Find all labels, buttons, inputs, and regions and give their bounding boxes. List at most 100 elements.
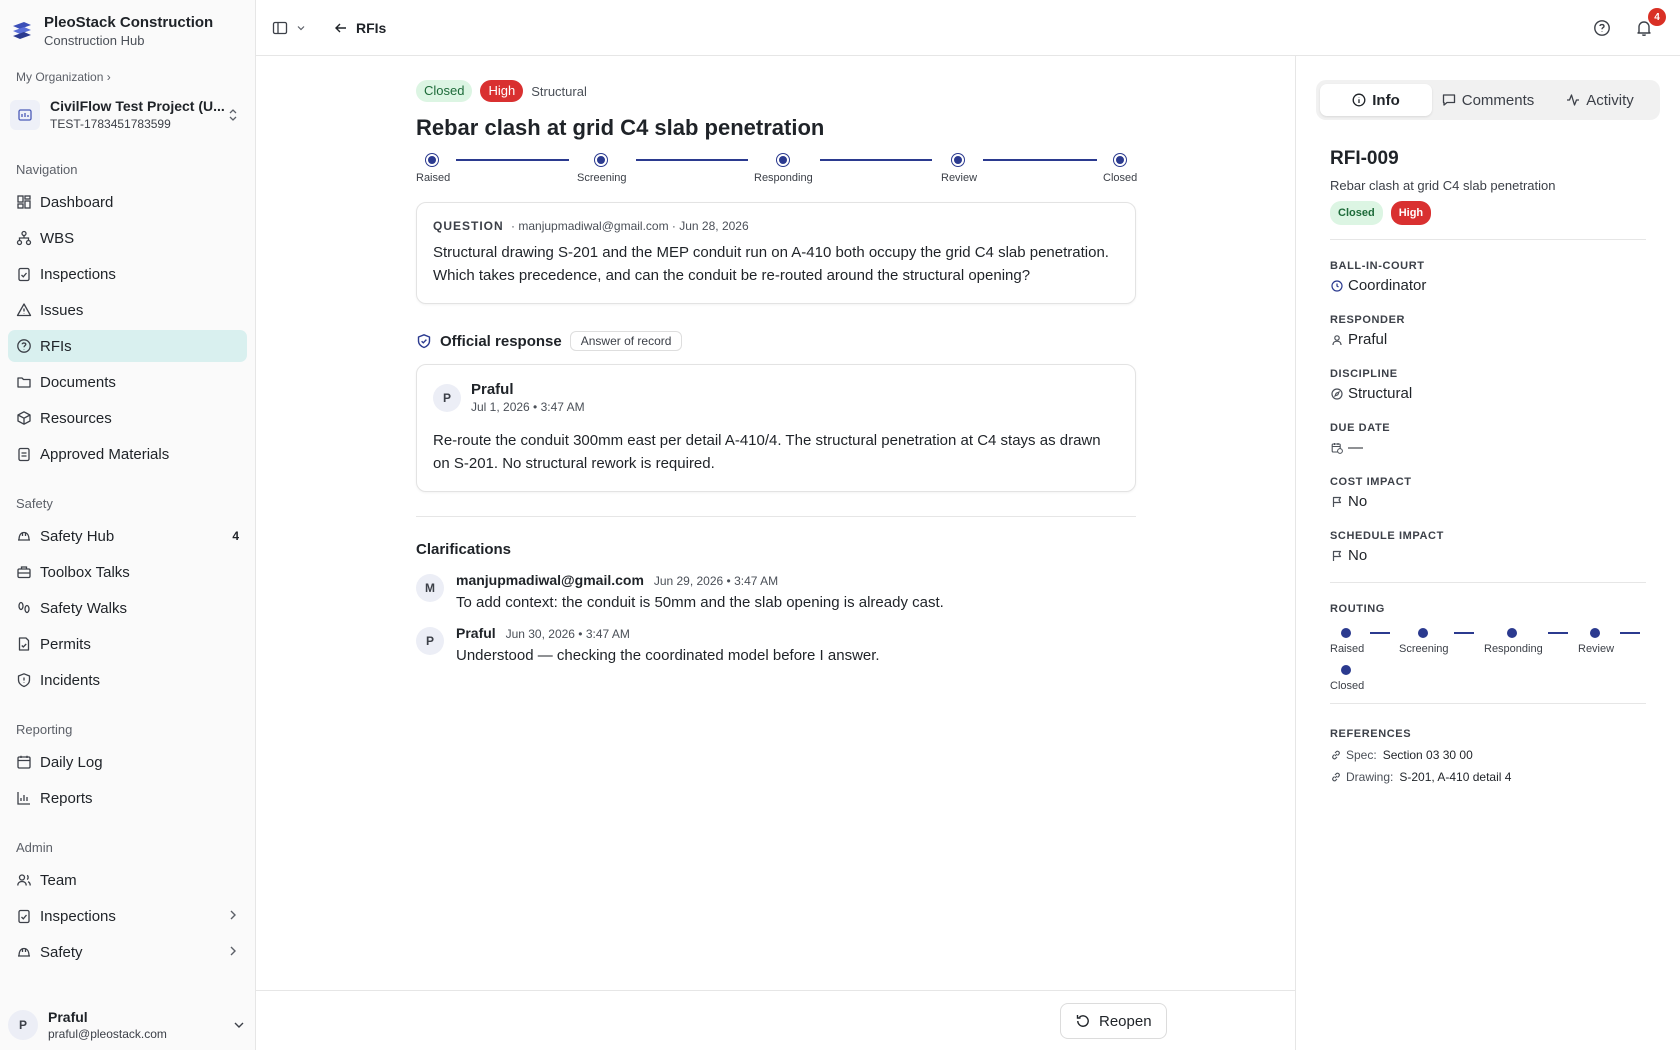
sidebar-item-safety-hub[interactable]: Safety Hub 4 bbox=[8, 520, 247, 552]
routing-label: ROUTING bbox=[1330, 603, 1385, 615]
sidebar-item-issues[interactable]: Issues bbox=[8, 294, 247, 326]
tab-info[interactable]: Info bbox=[1320, 84, 1432, 116]
sidebar-item-label: Reports bbox=[40, 789, 93, 807]
shield-alert-icon bbox=[16, 672, 32, 688]
briefcase-icon bbox=[16, 564, 32, 580]
org-breadcrumb[interactable]: My Organization › bbox=[0, 62, 255, 88]
back-link-label: RFIs bbox=[356, 19, 387, 36]
stepper-label-responding: Responding bbox=[754, 172, 813, 184]
folder-icon bbox=[16, 374, 32, 390]
sidebar-item-permits[interactable]: Permits bbox=[8, 628, 247, 660]
response-author: P Praful Jul 1, 2026 • 3:47 AM bbox=[433, 381, 1119, 415]
answer-of-record-pill: Answer of record bbox=[569, 331, 683, 351]
tab-comments[interactable]: Comments bbox=[1432, 84, 1544, 116]
project-code: TEST-1783451783599 bbox=[50, 117, 171, 131]
field-value-text: Structural bbox=[1348, 385, 1413, 402]
question-text: Structural drawing S-201 and the MEP con… bbox=[433, 244, 1109, 284]
chevron-right-icon bbox=[227, 944, 239, 960]
sidebar-item-incidents[interactable]: Incidents bbox=[8, 664, 247, 696]
clipboard-check-icon bbox=[16, 266, 32, 282]
sidebar-item-approved-materials[interactable]: Approved Materials bbox=[8, 438, 247, 470]
stepper-dot-screening bbox=[595, 154, 607, 166]
discipline-label: Structural bbox=[531, 83, 587, 99]
clarifications-list: M manjupmadiwal@gmail.com Jun 29, 2026 •… bbox=[416, 572, 1136, 664]
help-circle-icon bbox=[1594, 20, 1610, 36]
sidebar-item-reports[interactable]: Reports bbox=[8, 782, 247, 814]
topbar: RFIs 4 bbox=[256, 0, 1680, 56]
field-value-text: — bbox=[1348, 439, 1363, 456]
routing-dot-review bbox=[1590, 628, 1600, 638]
sidebar-panel-icon bbox=[272, 21, 288, 34]
message-square-icon bbox=[1442, 94, 1455, 106]
avatar: M bbox=[416, 574, 444, 602]
sidebar-item-label: Issues bbox=[40, 301, 84, 319]
clarification-author: Praful bbox=[456, 625, 496, 641]
nav-section-reporting: Reporting bbox=[16, 722, 73, 737]
notification-count-badge: 4 bbox=[1648, 8, 1666, 26]
routing-connector bbox=[1620, 632, 1640, 634]
sidebar-item-team[interactable]: Team bbox=[8, 864, 247, 896]
app-root: PleoStack Construction Construction Hub … bbox=[0, 0, 1680, 1050]
official-response-title: Official response bbox=[440, 332, 562, 350]
tab-activity[interactable]: Activity bbox=[1544, 84, 1656, 116]
references-label: REFERENCES bbox=[1330, 728, 1412, 740]
project-switcher[interactable]: CivilFlow Test Project (U... TEST-178345… bbox=[8, 90, 247, 140]
sidebar-item-safety-walks[interactable]: Safety Walks bbox=[8, 592, 247, 624]
field-label-discipline: DISCIPLINE bbox=[1330, 368, 1398, 380]
sidebar-item-inspections[interactable]: Inspections bbox=[8, 258, 247, 290]
divider bbox=[416, 516, 1136, 517]
sidebar-item-resources[interactable]: Resources bbox=[8, 402, 247, 434]
brand-subtitle: Construction Hub bbox=[44, 33, 145, 48]
sidebar-item-documents[interactable]: Documents bbox=[8, 366, 247, 398]
sidebar-item-admin-inspections[interactable]: Inspections bbox=[8, 900, 247, 932]
reopen-button[interactable]: Reopen bbox=[1060, 1003, 1167, 1039]
stepper-label-raised: Raised bbox=[416, 172, 451, 184]
sidebar-item-admin-safety[interactable]: Safety bbox=[8, 936, 247, 968]
info-icon bbox=[1352, 93, 1366, 107]
avatar: P bbox=[416, 627, 444, 655]
field-label-responder: RESPONDER bbox=[1330, 314, 1406, 326]
sidebar-toggle-button[interactable] bbox=[272, 20, 306, 36]
notifications-button[interactable]: 4 bbox=[1632, 8, 1666, 40]
status-badge: Closed bbox=[1330, 201, 1383, 225]
users-icon bbox=[16, 872, 32, 888]
field-value-responder: Praful bbox=[1330, 331, 1646, 348]
link-icon bbox=[1332, 750, 1340, 760]
sidebar-item-toolbox-talks[interactable]: Toolbox Talks bbox=[8, 556, 247, 588]
references-list: Spec: Section 03 30 00 Drawing: S-201, A… bbox=[1330, 748, 1646, 784]
help-button[interactable] bbox=[1590, 16, 1614, 40]
sidebar-item-daily-log[interactable]: Daily Log bbox=[8, 746, 247, 778]
brand[interactable]: PleoStack Construction Construction Hub bbox=[0, 0, 255, 62]
user-menu[interactable]: P Praful praful@pleostack.com bbox=[0, 1000, 255, 1050]
clock-icon bbox=[1330, 279, 1344, 293]
status-stepper: Raised Screening Responding Review Close… bbox=[416, 152, 1137, 192]
reference-item[interactable]: Spec: Section 03 30 00 bbox=[1330, 748, 1646, 762]
page-title: Rebar clash at grid C4 slab penetration bbox=[416, 115, 825, 140]
stepper-connector bbox=[456, 159, 569, 161]
bar-chart-icon bbox=[16, 790, 32, 806]
sidebar-item-label: Documents bbox=[40, 373, 116, 391]
routing-dot-closed bbox=[1341, 665, 1351, 675]
rfi-subtitle: Rebar clash at grid C4 slab penetration bbox=[1330, 178, 1556, 193]
stepper-dot-responding bbox=[777, 154, 789, 166]
sidebar-item-label: RFIs bbox=[40, 337, 72, 355]
clarification-item: M manjupmadiwal@gmail.com Jun 29, 2026 •… bbox=[416, 572, 1136, 611]
user-email: praful@pleostack.com bbox=[48, 1026, 167, 1041]
link-icon bbox=[1332, 772, 1340, 782]
details-panel: Info Comments Activity RFI-009 Rebar cla… bbox=[1296, 56, 1680, 1050]
rfi-number: RFI-009 bbox=[1330, 148, 1399, 169]
back-to-rfis-link[interactable]: RFIs bbox=[334, 20, 386, 36]
sidebar-item-wbs[interactable]: WBS bbox=[8, 222, 247, 254]
official-response-header: Official response Answer of record bbox=[416, 330, 1136, 352]
reference-item[interactable]: Drawing: S-201, A-410 detail 4 bbox=[1330, 770, 1646, 784]
clarification-text: Understood — checking the coordinated mo… bbox=[456, 647, 880, 664]
sidebar-item-dashboard[interactable]: Dashboard bbox=[8, 186, 247, 218]
file-check-icon bbox=[16, 636, 32, 652]
calendar-clock-icon bbox=[1330, 441, 1344, 455]
question-card: QUESTION · manjupmadiwal@gmail.com · Jun… bbox=[416, 202, 1136, 304]
sidebar-item-label: Permits bbox=[40, 635, 91, 653]
stepper-connector bbox=[983, 159, 1097, 161]
body-row: Closed High Structural Rebar clash at gr… bbox=[256, 56, 1680, 1050]
sidebar-item-rfis[interactable]: RFIs bbox=[8, 330, 247, 362]
field-value-due-date: — bbox=[1330, 439, 1646, 456]
